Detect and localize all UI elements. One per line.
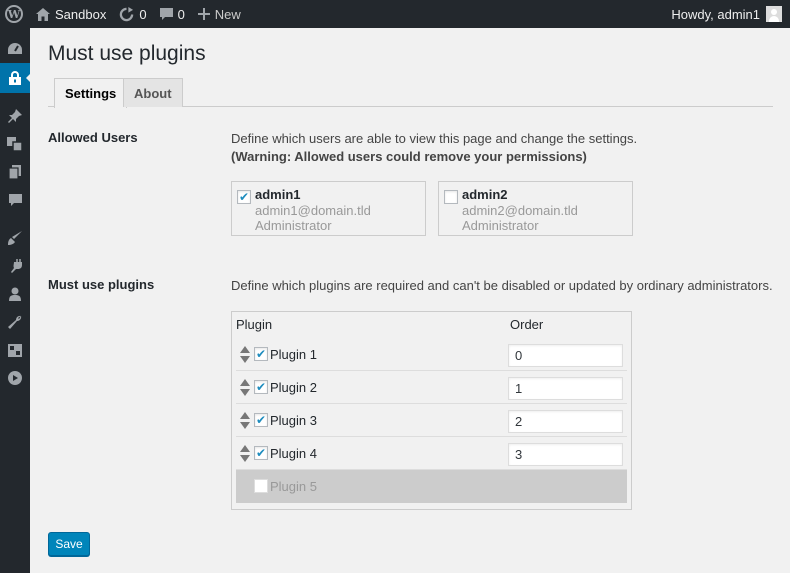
sort-handle-icon[interactable] — [240, 346, 250, 363]
order-input[interactable] — [508, 377, 623, 400]
tab-about[interactable]: About — [123, 78, 183, 107]
admin-bar: W Sandbox 0 0 New Howdy, admin1 — [0, 0, 790, 28]
tab-bar: Settings About — [48, 78, 773, 108]
table-header: Plugin Order — [232, 312, 631, 338]
plugin-checkbox[interactable]: ✔ — [254, 413, 268, 427]
site-name: Sandbox — [55, 6, 107, 22]
save-button[interactable]: Save — [48, 532, 90, 556]
comments-count: 0 — [177, 6, 185, 22]
table-row: ✔ Plugin 4 — [236, 437, 627, 470]
user-checkbox-admin2[interactable] — [444, 190, 458, 204]
main-content: Must use plugins Settings About Allowed … — [30, 28, 790, 573]
plugin-checkbox[interactable]: ✔ — [254, 347, 268, 361]
plugins-icon[interactable] — [0, 255, 30, 277]
sort-handle-icon[interactable] — [240, 445, 250, 462]
user-name: admin2 — [462, 187, 508, 202]
updates-count: 0 — [139, 6, 147, 22]
avatar — [766, 6, 782, 22]
admin-side-menu — [0, 28, 31, 573]
tab-settings[interactable]: Settings — [54, 78, 128, 108]
pin-icon[interactable] — [0, 105, 30, 127]
page-title: Must use plugins — [48, 42, 206, 65]
play-icon[interactable] — [0, 367, 30, 389]
user-card-admin1[interactable]: ✔ admin1 admin1@domain.tld Administrator — [231, 181, 426, 236]
sort-handle-icon[interactable] — [240, 412, 250, 429]
comment-bubble-icon — [159, 7, 173, 20]
column-header-order: Order — [510, 317, 544, 332]
plugin-name: Plugin 2 — [270, 380, 317, 395]
settings-icon[interactable] — [0, 339, 30, 361]
updates-link[interactable]: 0 — [106, 0, 147, 28]
user-role: Administrator — [462, 218, 539, 233]
plugin-name: Plugin 4 — [270, 446, 317, 461]
plugin-checkbox[interactable]: ✔ — [254, 380, 268, 394]
new-content-link[interactable]: New — [185, 0, 241, 28]
dashboard-icon[interactable] — [0, 38, 30, 60]
user-name: admin1 — [255, 187, 301, 202]
table-row-disabled: Plugin 5 — [236, 470, 627, 503]
appearance-icon[interactable] — [0, 227, 30, 249]
table-row: ✔ Plugin 1 — [236, 338, 627, 371]
plugin-name: Plugin 5 — [270, 479, 317, 494]
order-input[interactable] — [508, 410, 623, 433]
order-input[interactable] — [508, 443, 623, 466]
order-input[interactable] — [508, 344, 623, 367]
allowed-users-description: Define which users are able to view this… — [231, 131, 638, 146]
media-icon[interactable] — [0, 133, 30, 155]
table-row: ✔ Plugin 3 — [236, 404, 627, 437]
allowed-users-warning: (Warning: Allowed users could remove you… — [231, 149, 587, 164]
plugin-checkbox[interactable]: ✔ — [254, 446, 268, 460]
howdy-text: Howdy, admin1 — [671, 6, 760, 22]
new-label: New — [214, 6, 241, 22]
plugin-checkbox — [254, 479, 268, 493]
pages-icon[interactable] — [0, 161, 30, 183]
sort-handle-icon[interactable] — [240, 379, 250, 396]
table-row: ✔ Plugin 2 — [236, 371, 627, 404]
tools-icon[interactable] — [0, 311, 30, 333]
account-menu[interactable]: Howdy, admin1 — [671, 0, 782, 28]
comments-icon[interactable] — [0, 189, 30, 211]
plugins-table: Plugin Order ✔ Plugin 1 ✔ Plugin 2 ✔ Plu… — [231, 311, 632, 510]
user-email: admin2@domain.tld — [462, 203, 578, 218]
plugin-name: Plugin 3 — [270, 413, 317, 428]
must-use-plugins-label: Must use plugins — [48, 277, 155, 292]
site-name-link[interactable]: Sandbox — [28, 0, 106, 28]
users-icon[interactable] — [0, 283, 30, 305]
plugin-name: Plugin 1 — [270, 347, 317, 362]
user-email: admin1@domain.tld — [255, 203, 371, 218]
updates-icon — [120, 6, 134, 21]
comments-link[interactable]: 0 — [147, 0, 185, 28]
allowed-users-label: Allowed Users — [48, 130, 138, 145]
wordpress-logo-icon: W — [5, 5, 23, 23]
must-use-plugins-description: Define which plugins are required and ca… — [231, 278, 773, 293]
column-header-plugin: Plugin — [236, 317, 273, 332]
lock-icon[interactable] — [0, 63, 31, 93]
user-checkbox-admin1[interactable]: ✔ — [237, 190, 251, 204]
user-card-admin2[interactable]: admin2 admin2@domain.tld Administrator — [438, 181, 633, 236]
user-role: Administrator — [255, 218, 332, 233]
home-icon — [36, 7, 50, 21]
wordpress-logo-button[interactable]: W — [0, 0, 28, 28]
plus-icon — [197, 8, 210, 20]
